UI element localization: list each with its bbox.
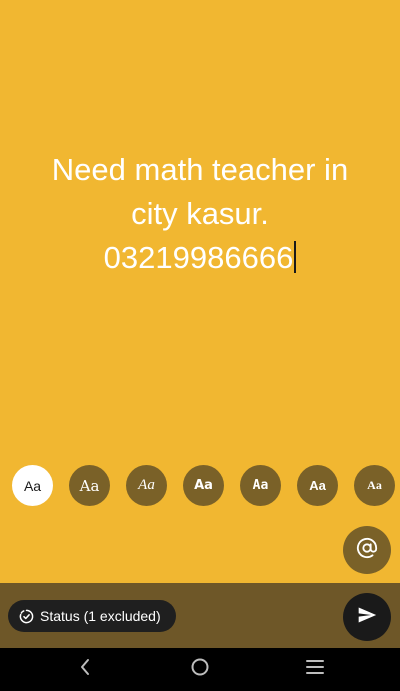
font-style-picker: Aa Aa Aa Aa Aa Aa Aa bbox=[0, 465, 400, 507]
status-ring-icon bbox=[19, 609, 34, 624]
at-sign-icon bbox=[356, 537, 378, 564]
status-text-input[interactable]: Need math teacher in city kasur. 0321998… bbox=[20, 148, 380, 280]
status-privacy-chip[interactable]: Status (1 excluded) bbox=[8, 600, 176, 632]
status-chip-label: Status (1 excluded) bbox=[40, 608, 161, 624]
status-text-line-3: 03219986666 bbox=[20, 236, 380, 280]
status-text-line-2: city kasur. bbox=[131, 196, 269, 231]
font-option-6[interactable]: Aa bbox=[297, 465, 338, 506]
font-option-7[interactable]: Aa bbox=[354, 465, 395, 506]
font-option-5[interactable]: Aa bbox=[240, 465, 281, 506]
text-caret bbox=[294, 241, 297, 273]
status-canvas[interactable]: Need math teacher in city kasur. 0321998… bbox=[0, 0, 400, 583]
send-icon bbox=[357, 605, 377, 630]
status-text-line-1: Need math teacher in bbox=[51, 152, 349, 187]
nav-recents-button[interactable] bbox=[300, 656, 330, 682]
system-navigation-bar bbox=[0, 648, 400, 691]
bottom-action-bar: Status (1 excluded) bbox=[0, 583, 400, 648]
recents-icon bbox=[305, 659, 325, 680]
font-option-2[interactable]: Aa bbox=[69, 465, 110, 506]
font-option-4[interactable]: Aa bbox=[183, 465, 224, 506]
home-icon bbox=[190, 657, 210, 682]
font-option-1[interactable]: Aa bbox=[12, 465, 53, 506]
send-button[interactable] bbox=[343, 593, 391, 641]
font-option-3[interactable]: Aa bbox=[126, 465, 167, 506]
status-text-line-3-value: 03219986666 bbox=[103, 240, 294, 275]
nav-home-button[interactable] bbox=[185, 656, 215, 682]
back-icon bbox=[79, 658, 91, 681]
mention-button[interactable] bbox=[343, 526, 391, 574]
nav-back-button[interactable] bbox=[70, 656, 100, 682]
